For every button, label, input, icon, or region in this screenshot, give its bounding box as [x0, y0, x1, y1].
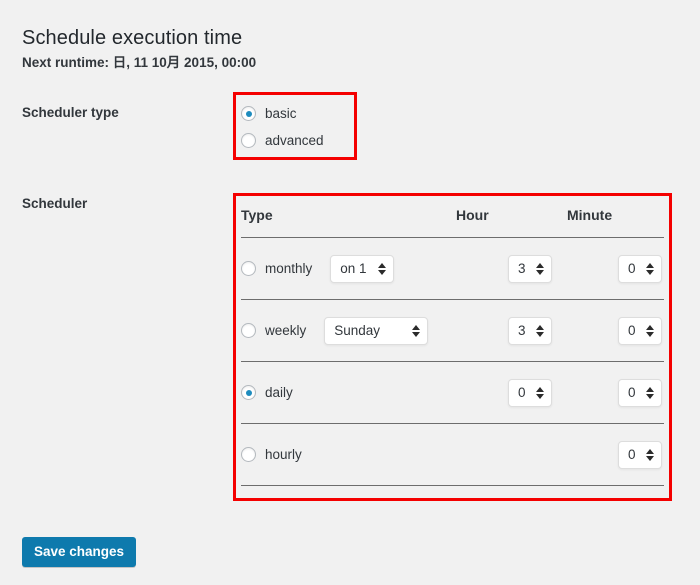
radio-basic-icon[interactable]	[241, 106, 256, 121]
table-header-row: Type Hour Minute	[241, 201, 664, 238]
monthly-hour-value: 3	[518, 261, 526, 276]
table-row: weekly Sunday 3 0	[241, 299, 664, 362]
row-hour-cell-daily: 0	[446, 361, 554, 424]
column-header-minute-text: Minute	[567, 207, 613, 223]
row-type-cell-weekly: weekly Sunday	[241, 299, 446, 362]
radio-option-basic[interactable]: basic	[241, 100, 351, 127]
row-minute-cell-hourly: 0	[554, 423, 664, 486]
radio-daily-icon[interactable]	[241, 385, 256, 400]
weekly-hour-value: 3	[518, 323, 526, 338]
row-label-monthly: monthly	[265, 261, 313, 276]
weekly-day-select-wrap: Sunday	[324, 316, 429, 345]
stepper-arrows-icon	[536, 262, 544, 275]
monthly-minute-select[interactable]: 0	[618, 254, 662, 283]
row-hour-cell-hourly	[446, 423, 554, 486]
scheduler-table-body: monthly on 1 3 0 weekly Sunday 3 0 daily…	[241, 237, 664, 486]
row-label-hourly: hourly	[265, 447, 302, 462]
radio-basic-label: basic	[265, 106, 297, 121]
monthly-day-select-value: on 1	[340, 261, 367, 276]
table-row: daily 0 0	[241, 361, 664, 424]
scheduler-type-label: Scheduler type	[22, 105, 119, 120]
column-header-hour-text: Hour	[456, 207, 489, 223]
radio-advanced-icon[interactable]	[241, 133, 256, 148]
weekly-day-select[interactable]: Sunday	[324, 316, 429, 345]
scheduler-type-radio-group: basic advanced	[241, 100, 351, 154]
column-header-hour: Hour	[446, 201, 554, 238]
monthly-day-select[interactable]: on 1	[330, 254, 395, 283]
radio-option-advanced[interactable]: advanced	[241, 127, 351, 154]
stepper-arrows-icon	[412, 324, 421, 337]
radio-hourly-icon[interactable]	[241, 447, 256, 462]
stepper-arrows-icon	[378, 262, 387, 275]
stepper-arrows-icon	[536, 386, 544, 399]
hourly-minute-select[interactable]: 0	[618, 440, 662, 469]
column-header-minute: Minute	[554, 201, 664, 238]
hourly-minute-value: 0	[628, 447, 636, 462]
scheduler-table: Type Hour Minute monthly on 1 3 0 weekly…	[241, 201, 664, 486]
row-type-cell-monthly: monthly on 1	[241, 237, 446, 300]
table-row: monthly on 1 3 0	[241, 237, 664, 300]
row-label-daily: daily	[265, 385, 293, 400]
radio-advanced-label: advanced	[265, 133, 324, 148]
monthly-hour-select[interactable]: 3	[508, 254, 552, 283]
scheduler-label: Scheduler	[22, 196, 88, 211]
daily-minute-value: 0	[628, 385, 636, 400]
stepper-arrows-icon	[646, 386, 654, 399]
next-runtime-text: Next runtime: 日, 11 10月 2015, 00:00	[22, 55, 257, 70]
table-row: hourly 0	[241, 423, 664, 486]
daily-hour-select[interactable]: 0	[508, 378, 552, 407]
row-minute-cell-monthly: 0	[554, 237, 664, 300]
row-type-cell-daily: daily	[241, 361, 446, 424]
radio-monthly-icon[interactable]	[241, 261, 256, 276]
stepper-arrows-icon	[536, 324, 544, 337]
stepper-arrows-icon	[646, 324, 654, 337]
weekly-hour-select[interactable]: 3	[508, 316, 552, 345]
row-hour-cell-monthly: 3	[446, 237, 554, 300]
scheduler-table-head: Type Hour Minute	[241, 201, 664, 238]
daily-hour-value: 0	[518, 385, 526, 400]
stepper-arrows-icon	[646, 262, 654, 275]
row-type-cell-hourly: hourly	[241, 423, 446, 486]
row-label-weekly: weekly	[265, 323, 307, 338]
daily-minute-select[interactable]: 0	[618, 378, 662, 407]
page-title: Schedule execution time	[22, 27, 243, 50]
row-hour-cell-weekly: 3	[446, 299, 554, 362]
save-changes-button[interactable]: Save changes	[22, 537, 137, 567]
stepper-arrows-icon	[646, 448, 654, 461]
monthly-day-select-wrap: on 1	[330, 254, 395, 283]
radio-weekly-icon[interactable]	[241, 323, 256, 338]
column-header-type: Type	[241, 201, 446, 238]
row-minute-cell-weekly: 0	[554, 299, 664, 362]
monthly-minute-value: 0	[628, 261, 636, 276]
weekly-minute-select[interactable]: 0	[618, 316, 662, 345]
weekly-day-select-value: Sunday	[334, 323, 381, 338]
row-minute-cell-daily: 0	[554, 361, 664, 424]
weekly-minute-value: 0	[628, 323, 636, 338]
